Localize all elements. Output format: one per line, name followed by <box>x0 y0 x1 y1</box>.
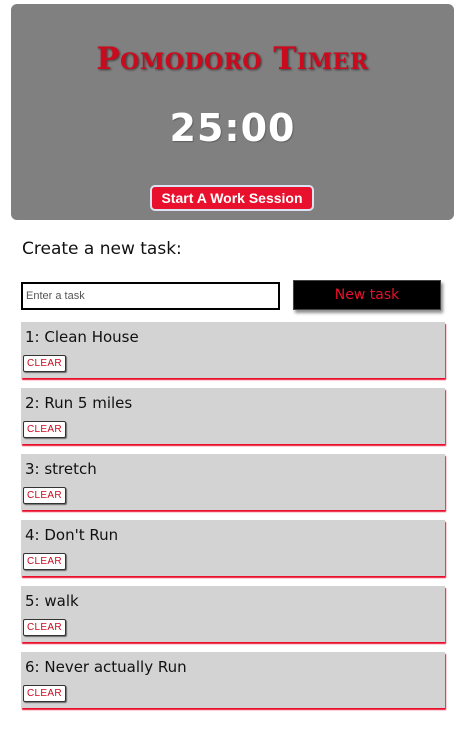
clear-task-button[interactable]: CLEAR <box>23 619 66 636</box>
clear-task-button[interactable]: CLEAR <box>23 685 66 702</box>
task-item: 1: Clean House CLEAR <box>21 322 445 378</box>
task-list: 1: Clean House CLEAR 2: Run 5 miles CLEA… <box>21 322 445 718</box>
task-item: 6: Never actually Run CLEAR <box>21 652 445 708</box>
timer-display: 25:00 <box>169 106 296 150</box>
task-text: 6: Never actually Run <box>25 658 187 676</box>
task-text: 5: walk <box>25 592 79 610</box>
task-item: 3: stretch CLEAR <box>21 454 445 510</box>
task-input[interactable] <box>21 282 280 310</box>
task-text: 2: Run 5 miles <box>25 394 133 412</box>
clear-task-button[interactable]: CLEAR <box>23 355 66 372</box>
timer-panel: Pomodoro Timer 25:00 Start A Work Sessio… <box>11 4 454 220</box>
task-text: 1: Clean House <box>25 328 139 346</box>
app-title: Pomodoro Timer <box>96 41 369 77</box>
task-item: 5: walk CLEAR <box>21 586 445 642</box>
task-text: 4: Don't Run <box>25 526 119 544</box>
task-item: 4: Don't Run CLEAR <box>21 520 445 576</box>
task-item: 2: Run 5 miles CLEAR <box>21 388 445 444</box>
clear-task-button[interactable]: CLEAR <box>23 421 66 438</box>
clear-task-button[interactable]: CLEAR <box>23 487 66 504</box>
task-text: 3: stretch <box>25 460 97 478</box>
clear-task-button[interactable]: CLEAR <box>23 553 66 570</box>
start-work-session-button[interactable]: Start A Work Session <box>150 185 314 211</box>
new-task-button[interactable]: New task <box>293 280 441 310</box>
create-task-heading: Create a new task: <box>22 239 182 259</box>
